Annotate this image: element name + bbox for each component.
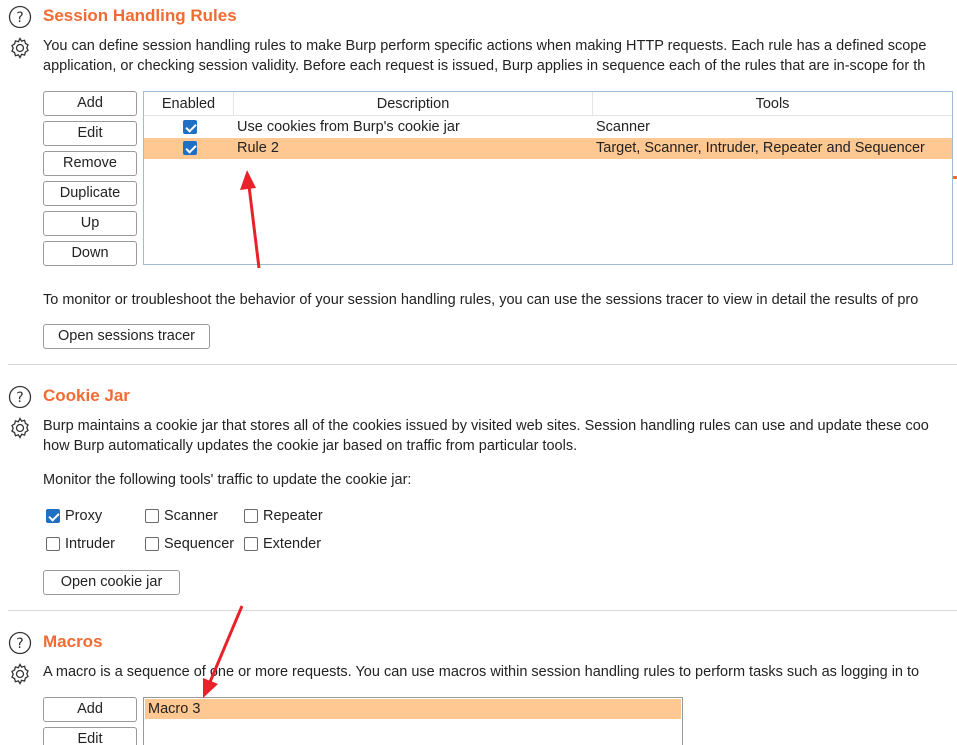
move-down-button[interactable]: Down [43, 241, 137, 266]
tool-option-intruder[interactable]: Intruder [46, 534, 115, 554]
remove-rule-button[interactable]: Remove [43, 151, 137, 176]
add-rule-button[interactable]: Add [43, 91, 137, 116]
proxy-checkbox[interactable] [46, 509, 60, 523]
scanner-checkbox[interactable] [145, 509, 159, 523]
tool-label: Proxy [65, 508, 103, 524]
session-rules-description-line2: application, or checking session validit… [43, 58, 926, 74]
tool-label: Repeater [263, 508, 323, 524]
table-row[interactable]: Use cookies from Burp's cookie jar Scann… [144, 117, 952, 138]
gear-icon[interactable] [8, 662, 32, 686]
cookie-jar-description-line2: how Burp automatically updates the cooki… [43, 438, 578, 454]
tool-label: Intruder [65, 536, 115, 552]
tool-label: Extender [263, 536, 322, 552]
section-title-session-rules: Session Handling Rules [43, 6, 237, 25]
help-icon[interactable]: ? [8, 631, 32, 655]
svg-text:?: ? [16, 390, 23, 406]
edit-macro-button[interactable]: Edit [43, 727, 137, 745]
gear-icon[interactable] [8, 416, 32, 440]
gear-icon[interactable] [8, 36, 32, 60]
column-header-enabled[interactable]: Enabled [144, 92, 234, 116]
tool-label: Sequencer [164, 536, 235, 552]
rule-description: Rule 2 [237, 140, 279, 156]
overflow-marker [953, 176, 957, 179]
section-divider [8, 364, 957, 365]
rule-tools: Target, Scanner, Intruder, Repeater and … [596, 140, 925, 156]
rule-enabled-checkbox[interactable] [183, 141, 197, 155]
session-rules-description-line1: You can define session handling rules to… [43, 38, 927, 54]
sessions-tracer-description: To monitor or troubleshoot the behavior … [43, 292, 919, 308]
annotation-arrow-macro [203, 605, 244, 698]
section-title-macros: Macros [43, 632, 103, 651]
table-header: Enabled Description Tools [144, 92, 952, 116]
open-cookie-jar-button[interactable]: Open cookie jar [43, 570, 180, 595]
monitor-tools-label: Monitor the following tools' traffic to … [43, 472, 412, 488]
section-title-cookie-jar: Cookie Jar [43, 386, 130, 405]
macros-description: A macro is a sequence of one or more req… [43, 664, 920, 680]
tool-option-repeater[interactable]: Repeater [244, 506, 323, 526]
sequencer-checkbox[interactable] [145, 537, 159, 551]
duplicate-rule-button[interactable]: Duplicate [43, 181, 137, 206]
svg-text:?: ? [16, 10, 23, 26]
session-rules-table[interactable]: Enabled Description Tools Use cookies fr… [143, 91, 953, 265]
column-header-tools[interactable]: Tools [593, 92, 952, 116]
tool-option-proxy[interactable]: Proxy [46, 506, 102, 526]
macros-list[interactable]: Macro 3 [143, 697, 683, 745]
intruder-checkbox[interactable] [46, 537, 60, 551]
rule-enabled-checkbox[interactable] [183, 120, 197, 134]
table-row-selected[interactable]: Rule 2 Target, Scanner, Intruder, Repeat… [144, 138, 952, 159]
list-item[interactable]: Macro 3 [145, 699, 681, 719]
column-header-description[interactable]: Description [234, 92, 593, 116]
add-macro-button[interactable]: Add [43, 697, 137, 722]
tool-option-sequencer[interactable]: Sequencer [145, 534, 234, 554]
rule-description: Use cookies from Burp's cookie jar [237, 119, 460, 135]
rule-tools: Scanner [596, 119, 651, 135]
repeater-checkbox[interactable] [244, 509, 258, 523]
help-icon[interactable]: ? [8, 385, 32, 409]
open-sessions-tracer-button[interactable]: Open sessions tracer [43, 324, 210, 349]
section-divider [8, 610, 957, 611]
tool-option-scanner[interactable]: Scanner [145, 506, 218, 526]
help-icon[interactable]: ? [8, 5, 32, 29]
cookie-jar-description-line1: Burp maintains a cookie jar that stores … [43, 418, 929, 434]
extender-checkbox[interactable] [244, 537, 258, 551]
tool-label: Scanner [164, 508, 219, 524]
tool-option-extender[interactable]: Extender [244, 534, 321, 554]
edit-rule-button[interactable]: Edit [43, 121, 137, 146]
svg-text:?: ? [16, 636, 23, 652]
move-up-button[interactable]: Up [43, 211, 137, 236]
